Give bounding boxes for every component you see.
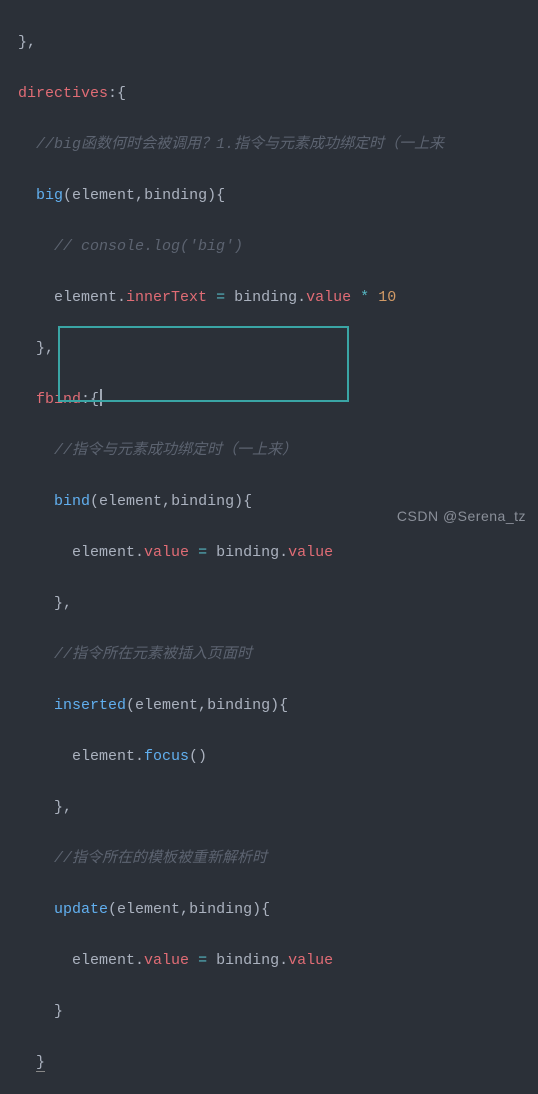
code-line: element.value = binding.value bbox=[0, 540, 538, 566]
code-line: fbind:{ bbox=[0, 387, 538, 413]
code-line: update(element,binding){ bbox=[0, 897, 538, 923]
code-line: }, bbox=[0, 591, 538, 617]
watermark: CSDN @Serena_tz bbox=[397, 505, 526, 529]
code-comment: //指令所在的模板被重新解析时 bbox=[0, 846, 538, 872]
code-comment: //指令所在元素被插入页面时 bbox=[0, 642, 538, 668]
code-line: } bbox=[0, 999, 538, 1025]
code-line: directives:{ bbox=[0, 81, 538, 107]
code-line: } bbox=[0, 1050, 538, 1076]
code-line: element.focus() bbox=[0, 744, 538, 770]
code-line: element.innerText = binding.value * 10 bbox=[0, 285, 538, 311]
code-comment: //指令与元素成功绑定时（一上来） bbox=[0, 438, 538, 464]
code-line: big(element,binding){ bbox=[0, 183, 538, 209]
code-line: element.value = binding.value bbox=[0, 948, 538, 974]
code-line: }, bbox=[0, 795, 538, 821]
code-line: }, bbox=[0, 336, 538, 362]
code-comment: //big函数何时会被调用？1.指令与元素成功绑定时（一上来 bbox=[0, 132, 538, 158]
code-comment: // console.log('big') bbox=[0, 234, 538, 260]
code-editor[interactable]: }, directives:{ //big函数何时会被调用？1.指令与元素成功绑… bbox=[0, 0, 538, 1094]
code-line: inserted(element,binding){ bbox=[0, 693, 538, 719]
text-cursor bbox=[100, 389, 102, 406]
code-line: }, bbox=[0, 30, 538, 56]
